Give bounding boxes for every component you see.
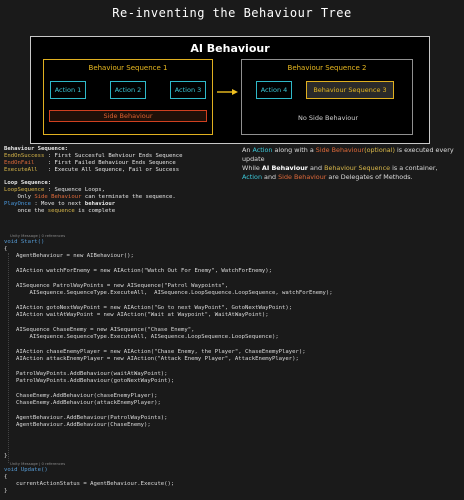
code-meta-update: Unity Message | 0 references (10, 461, 66, 466)
end-on-fail-key: EndOnFail (4, 160, 35, 166)
play-once-2b: sequence (47, 208, 75, 214)
play-once-bold: behaviour (84, 201, 116, 207)
explanation-note: An Action along with a Side Behaviour(op… (242, 146, 464, 182)
behaviour-sequence-2: Behaviour Sequence 2 Action 4 Behaviour … (241, 59, 413, 135)
execute-all-key: ExecuteAll (4, 167, 38, 173)
legend-end-on-success: EndOnSuccess : First Succesful Behviour … (4, 153, 183, 160)
loop-sequence-text: : Sequence Loops, (44, 187, 106, 193)
play-once-text: : Move to next (30, 201, 85, 207)
code-line: AIAction watchForEnemy = new AIAction("W… (16, 268, 272, 274)
end-on-fail-text: : First Failed Behaviour Ends Sequence (34, 160, 176, 166)
behaviour-sequence-1: Behaviour Sequence 1 Action 1 Action 2 A… (43, 59, 213, 135)
note-line-3: Action and Side Behaviour are Delegates … (242, 173, 413, 181)
legend-loop-header: Loop Sequence: (4, 180, 52, 186)
legend-loop-sequence: LoopSequence : Sequence Loops, (4, 187, 183, 194)
ai-behaviour-title: AI Behaviour (190, 42, 270, 55)
legend-execute-all: ExecuteAll : Execute All Sequence, Fail … (4, 167, 183, 174)
code-meta-start: Unity Message | 0 references (10, 233, 66, 238)
code-start-declaration: void Start() (4, 239, 45, 245)
code-line: AgentBehaviour.AddBehaviour(PatrolWayPoi… (16, 415, 168, 421)
code-start-open-brace: { (4, 246, 8, 252)
loop-seq-2c: can terminate the sequence. (81, 194, 176, 200)
code-line: AIAction chaseEnemyPlayer = new AIAction… (16, 349, 306, 355)
sequence-legend: Behaviour Sequence: EndOnSuccess : First… (4, 146, 183, 215)
legend-play-once-2: once the sequence is complete (4, 208, 183, 215)
code-line: ChaseEnemy.AddBehaviour(chaseEnemyPlayer… (16, 393, 158, 399)
action-2-node: Action 2 (110, 81, 146, 99)
action-1-node: Action 1 (50, 81, 86, 99)
action-4-node: Action 4 (256, 81, 292, 99)
code-line: AISequence PatrolWayPoints = new AISeque… (16, 283, 229, 289)
legend-loop-sequence-2: Only Side Behaviour can terminate the se… (4, 194, 183, 201)
ai-behaviour-diagram: AI Behaviour Behaviour Sequence 1 Action… (30, 36, 430, 144)
arrow-icon (217, 89, 238, 95)
legend-sequence-header: Behaviour Sequence: (4, 146, 68, 152)
code-line: AgentBehaviour.AddBehaviour(ChaseEnemy); (16, 422, 151, 428)
code-line: AISequence.SequenceType.ExecuteAll, AISe… (16, 290, 333, 296)
legend-end-on-fail: EndOnFail : First Failed Behaviour Ends … (4, 160, 183, 167)
note-line-1: An Action along with a Side Behaviour(op… (242, 146, 454, 163)
code-line: AIAction waitAtWayPoint = new AIAction("… (16, 312, 269, 318)
side-behaviour-node: Side Behaviour (49, 110, 207, 122)
end-on-success-text: : First Succesful Behviour Ends Sequence (44, 153, 183, 159)
loop-seq-2b: Side Behaviour (34, 194, 82, 200)
execute-all-text: : Execute All Sequence, Fail or Success (37, 167, 180, 173)
code-update-declaration: void Update() (4, 467, 48, 473)
behaviour-sequence-3-node: Behaviour Sequence 3 (306, 81, 394, 99)
legend-play-once: PlayOnce : Move to next behaviour (4, 201, 183, 208)
code-line: AgentBehaviour = new AIBehaviour(); (16, 253, 134, 259)
code-start-close-brace: } (4, 453, 8, 459)
code-update-open-brace: { (4, 474, 8, 480)
sequence-1-title: Behaviour Sequence 1 (88, 64, 168, 72)
code-update-line: currentActionStatus = AgentBehaviour.Exe… (16, 481, 175, 487)
no-side-behaviour-label: No Side Behaviour (297, 114, 358, 122)
play-once-2c: is complete (74, 208, 116, 214)
loop-sequence-key: LoopSequence (4, 187, 45, 193)
end-on-success-key: EndOnSuccess (4, 153, 45, 159)
code-indent-guide (8, 253, 9, 463)
code-line: ChaseEnemy.AddBehaviour(attackEnemyPlaye… (16, 400, 161, 406)
note-line-2: While AI Behaviour and Behaviour Sequenc… (242, 164, 438, 172)
page-title: Re-inventing the Behaviour Tree (112, 6, 352, 20)
code-line: AISequence.SequenceType.ExecuteAll, AISe… (16, 334, 279, 340)
code-line: PatrolWayPoints.AddBehaviour(waitAtWayPo… (16, 371, 168, 377)
code-line: AIAction gotoNextWayPoint = new AIAction… (16, 305, 293, 311)
code-update-close-brace: } (4, 488, 8, 494)
play-once-key: PlayOnce (4, 201, 31, 207)
code-line: AISequence ChaseEnemy = new AISequence("… (16, 327, 195, 333)
loop-seq-2a: Only (4, 194, 35, 200)
code-line: AIAction attackEnemyPlayer = new AIActio… (16, 356, 299, 362)
code-listing: Unity Message | 0 references void Start(… (4, 233, 460, 496)
sequence-2-title: Behaviour Sequence 2 (287, 64, 367, 72)
play-once-2a: once the (4, 208, 48, 214)
code-line: PatrolWayPoints.AddBehaviour(gotoNextWay… (16, 378, 175, 384)
action-3-node: Action 3 (170, 81, 206, 99)
